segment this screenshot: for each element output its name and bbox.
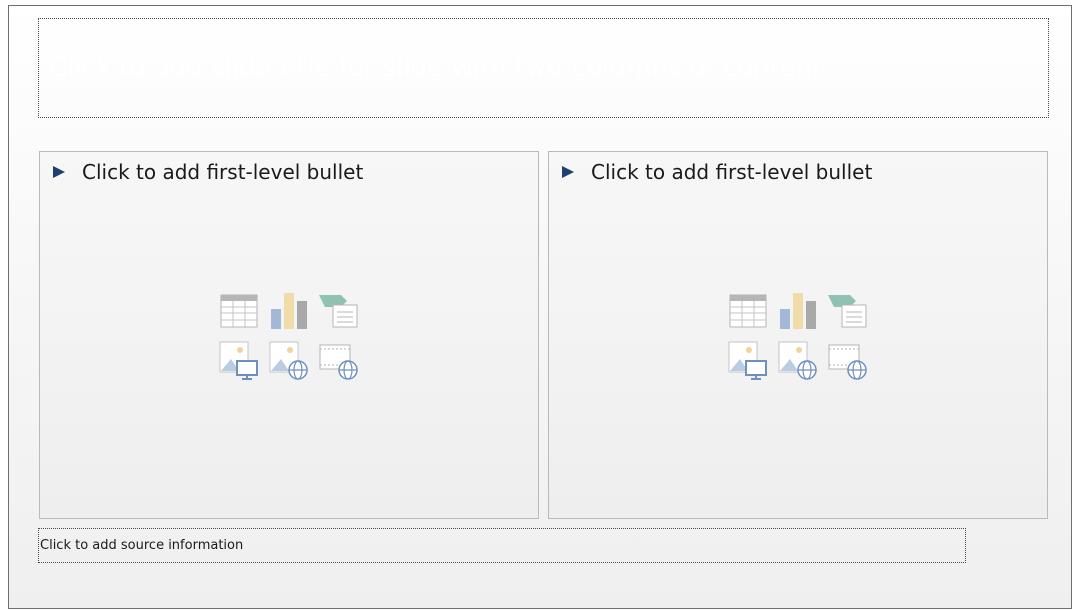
insert-table-icon[interactable]	[728, 291, 768, 331]
insert-online-picture-icon[interactable]	[778, 341, 818, 381]
bullet-text: Click to add first-level bullet	[82, 160, 364, 184]
insert-picture-icon[interactable]	[219, 341, 259, 381]
content-placeholder-right[interactable]: Click to add first-level bullet	[548, 151, 1048, 519]
insert-online-picture-icon[interactable]	[269, 341, 309, 381]
source-placeholder[interactable]: Click to add source information	[38, 528, 966, 563]
title-placeholder-text: Click to add slide title for slide with …	[49, 53, 823, 83]
bullet-arrow-icon	[53, 166, 65, 178]
insert-table-icon[interactable]	[219, 291, 259, 331]
insert-icon-grid	[219, 291, 359, 386]
insert-chart-icon[interactable]	[778, 291, 818, 331]
bullet-text: Click to add first-level bullet	[591, 160, 873, 184]
source-placeholder-text: Click to add source information	[40, 538, 244, 553]
insert-icon-grid	[728, 291, 868, 386]
bullet-arrow-icon	[562, 166, 574, 178]
slide-canvas: Click to add slide title for slide with …	[8, 5, 1072, 609]
insert-picture-icon[interactable]	[728, 341, 768, 381]
insert-chart-icon[interactable]	[269, 291, 309, 331]
title-placeholder[interactable]: Click to add slide title for slide with …	[38, 18, 1049, 118]
content-placeholder-left[interactable]: Click to add first-level bullet	[39, 151, 539, 519]
bullet-row: Click to add first-level bullet	[561, 160, 872, 184]
bullet-row: Click to add first-level bullet	[52, 160, 363, 184]
insert-video-icon[interactable]	[828, 341, 868, 381]
insert-smartart-icon[interactable]	[828, 291, 868, 331]
insert-smartart-icon[interactable]	[319, 291, 359, 331]
insert-video-icon[interactable]	[319, 341, 359, 381]
